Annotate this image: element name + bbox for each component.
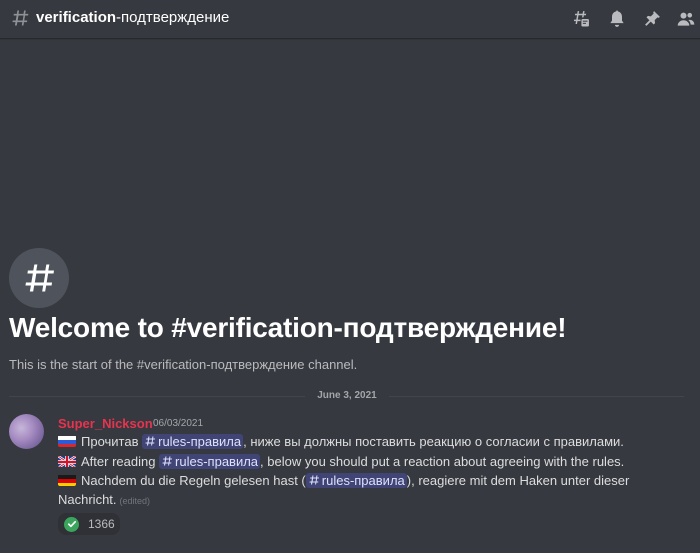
message-text: , below you should put a reaction about … [260, 454, 625, 469]
message-line-en: After reading rules-правила, below you s… [58, 453, 624, 471]
threads-icon[interactable] [571, 9, 591, 29]
hash-icon [162, 456, 173, 466]
mention-label: rules-правила [175, 454, 259, 469]
flag-germany-icon [58, 474, 76, 486]
channel-mention-rules[interactable]: rules-правила [142, 434, 244, 449]
flag-russia-icon [58, 435, 76, 447]
message-text: , ниже вы должны поставить реакцию о сог… [243, 434, 624, 449]
message-text: ), reagiere mit dem Haken unter dieser [406, 473, 630, 488]
members-icon[interactable] [676, 9, 696, 29]
channel-name-suffix: -подтверждение [116, 9, 230, 26]
check-mark-icon [64, 516, 79, 532]
hash-icon [309, 475, 319, 485]
hash-icon [25, 264, 54, 292]
channel-name: verification-подтверждение [36, 9, 229, 26]
message-timestamp: 06/03/2021 [153, 418, 204, 429]
message-line-de: Nachdem du die Regeln gelesen hast ( rule… [58, 472, 629, 490]
reaction-button[interactable]: 1366 [58, 513, 120, 535]
channel-name-main: verification [36, 9, 117, 26]
hash-icon [12, 10, 29, 26]
message-text: After reading [81, 454, 160, 469]
hash-icon [145, 436, 156, 446]
channel-header: verification-подтверждение [0, 0, 700, 38]
message-author[interactable]: Super_Nickson [58, 416, 153, 431]
message-text: Nachdem du die Regeln gelesen hast ( [81, 473, 306, 488]
channel-mention-rules[interactable]: rules-правила [305, 473, 407, 488]
edited-label: (edited) [119, 496, 151, 506]
reaction-count: 1366 [88, 517, 115, 531]
flag-uk-icon [58, 455, 76, 467]
message-text: Прочитав [81, 434, 143, 449]
mention-label: rules-правила [321, 473, 405, 488]
avatar[interactable] [9, 414, 44, 449]
message-text: Nachricht. [58, 492, 117, 507]
welcome-subtitle: This is the start of the #verification-п… [9, 357, 358, 372]
message-line-de-cont: Nachricht. (edited) [58, 491, 150, 510]
welcome-title: Welcome to #verification-подтверждение! [9, 312, 567, 343]
message-line-ru: Прочитав rules-правила, ниже вы должны п… [58, 433, 624, 451]
channel-mention-rules[interactable]: rules-правила [159, 454, 261, 469]
bell-icon[interactable] [607, 9, 627, 29]
channel-welcome-icon [9, 248, 69, 308]
mention-label: rules-правила [158, 434, 242, 449]
pin-icon[interactable] [642, 9, 662, 29]
divider-date: June 3, 2021 [305, 390, 389, 401]
